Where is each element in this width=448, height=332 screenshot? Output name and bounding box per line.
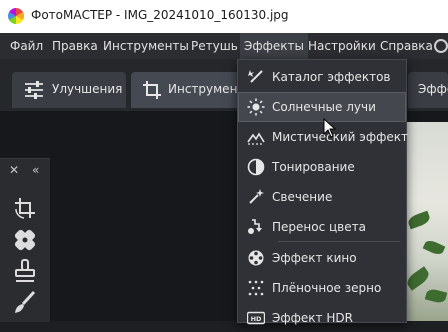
tab-enhancements-label: Улучшения xyxy=(52,82,123,96)
hdr-icon: HD xyxy=(247,311,265,325)
menu-item-sun-rays[interactable]: Солнечные лучи xyxy=(238,92,406,122)
menu-item-mystic-effect[interactable]: Мистический эффект xyxy=(239,123,408,151)
sliders-icon xyxy=(25,81,43,99)
toning-icon xyxy=(247,158,265,176)
menu-item-film-grain[interactable]: Плёночное зерно xyxy=(239,274,405,302)
menu-retouch[interactable]: Ретушь xyxy=(187,33,242,59)
tool-panel: ✕ « xyxy=(0,158,50,322)
brush-icon[interactable] xyxy=(12,290,38,316)
tab-effects-label: Эффе xyxy=(418,82,448,96)
tab-tools[interactable]: Инструменты xyxy=(131,72,239,108)
menu-item-label: Плёночное зерно xyxy=(272,281,382,295)
menu-edit[interactable]: Правка xyxy=(48,33,102,59)
effects-menu: Каталог эффектов Солнечные лучи Мистичес… xyxy=(237,59,408,325)
menu-item-label: Свечение xyxy=(272,190,333,204)
crop-icon xyxy=(143,81,161,99)
panel-close-icon[interactable]: ✕ xyxy=(9,163,19,177)
menu-item-label: Тонирование xyxy=(272,160,355,174)
menu-bar: Файл Правка Инструменты Ретушь Эффекты Н… xyxy=(0,33,448,59)
menu-effects[interactable]: Эффекты xyxy=(240,33,308,59)
sparkle-wand-icon xyxy=(249,189,264,204)
menu-settings[interactable]: Настройки xyxy=(304,33,380,59)
app-logo-icon xyxy=(8,8,24,24)
tab-effects[interactable]: Эффе xyxy=(408,72,448,108)
sun-icon xyxy=(247,98,265,116)
menu-item-color-transfer[interactable]: Перенос цвета xyxy=(239,213,405,241)
stamp-icon[interactable] xyxy=(12,258,38,284)
menu-item-label: Перенос цвета xyxy=(272,220,366,234)
svg-text:HD: HD xyxy=(251,315,262,323)
rotate-crop-icon[interactable] xyxy=(12,195,38,221)
menu-item-effects-catalog[interactable]: Каталог эффектов xyxy=(239,63,405,91)
healing-patch-icon[interactable] xyxy=(12,227,38,253)
menu-help[interactable]: Справка xyxy=(376,33,437,59)
mountain-icon xyxy=(247,132,265,145)
window-title: ФотоМАСТЕР - IMG_20241010_160130.jpg xyxy=(31,8,289,22)
tab-enhancements[interactable]: Улучшения xyxy=(12,72,126,108)
menu-item-label: Эффект кино xyxy=(272,251,357,265)
menu-item-film-effect[interactable]: Эффект кино xyxy=(239,244,405,272)
menu-item-label: Эффект HDR xyxy=(272,311,353,325)
tab-tools-label: Инструменты xyxy=(168,82,239,96)
search-icon[interactable] xyxy=(434,39,448,53)
menu-item-label: Мистический эффект xyxy=(272,130,408,144)
color-transfer-icon xyxy=(248,219,262,234)
mouse-cursor-icon xyxy=(323,118,337,138)
menu-separator xyxy=(278,241,400,242)
menu-item-label: Солнечные лучи xyxy=(272,100,376,114)
grain-icon xyxy=(248,280,264,296)
panel-collapse-icon[interactable]: « xyxy=(32,163,39,177)
magic-wand-icon xyxy=(248,70,263,83)
menu-item-toning[interactable]: Тонирование xyxy=(239,153,405,181)
film-reel-icon xyxy=(248,250,264,266)
menu-file[interactable]: Файл xyxy=(6,33,47,59)
photo-preview xyxy=(404,122,448,321)
menu-tools[interactable]: Инструменты xyxy=(99,33,193,59)
menu-item-glow[interactable]: Свечение xyxy=(239,183,405,211)
menu-item-label: Каталог эффектов xyxy=(272,70,391,84)
title-bar: ФотоМАСТЕР - IMG_20241010_160130.jpg xyxy=(0,0,448,33)
menu-item-hdr-effect[interactable]: HD Эффект HDR xyxy=(239,304,405,332)
